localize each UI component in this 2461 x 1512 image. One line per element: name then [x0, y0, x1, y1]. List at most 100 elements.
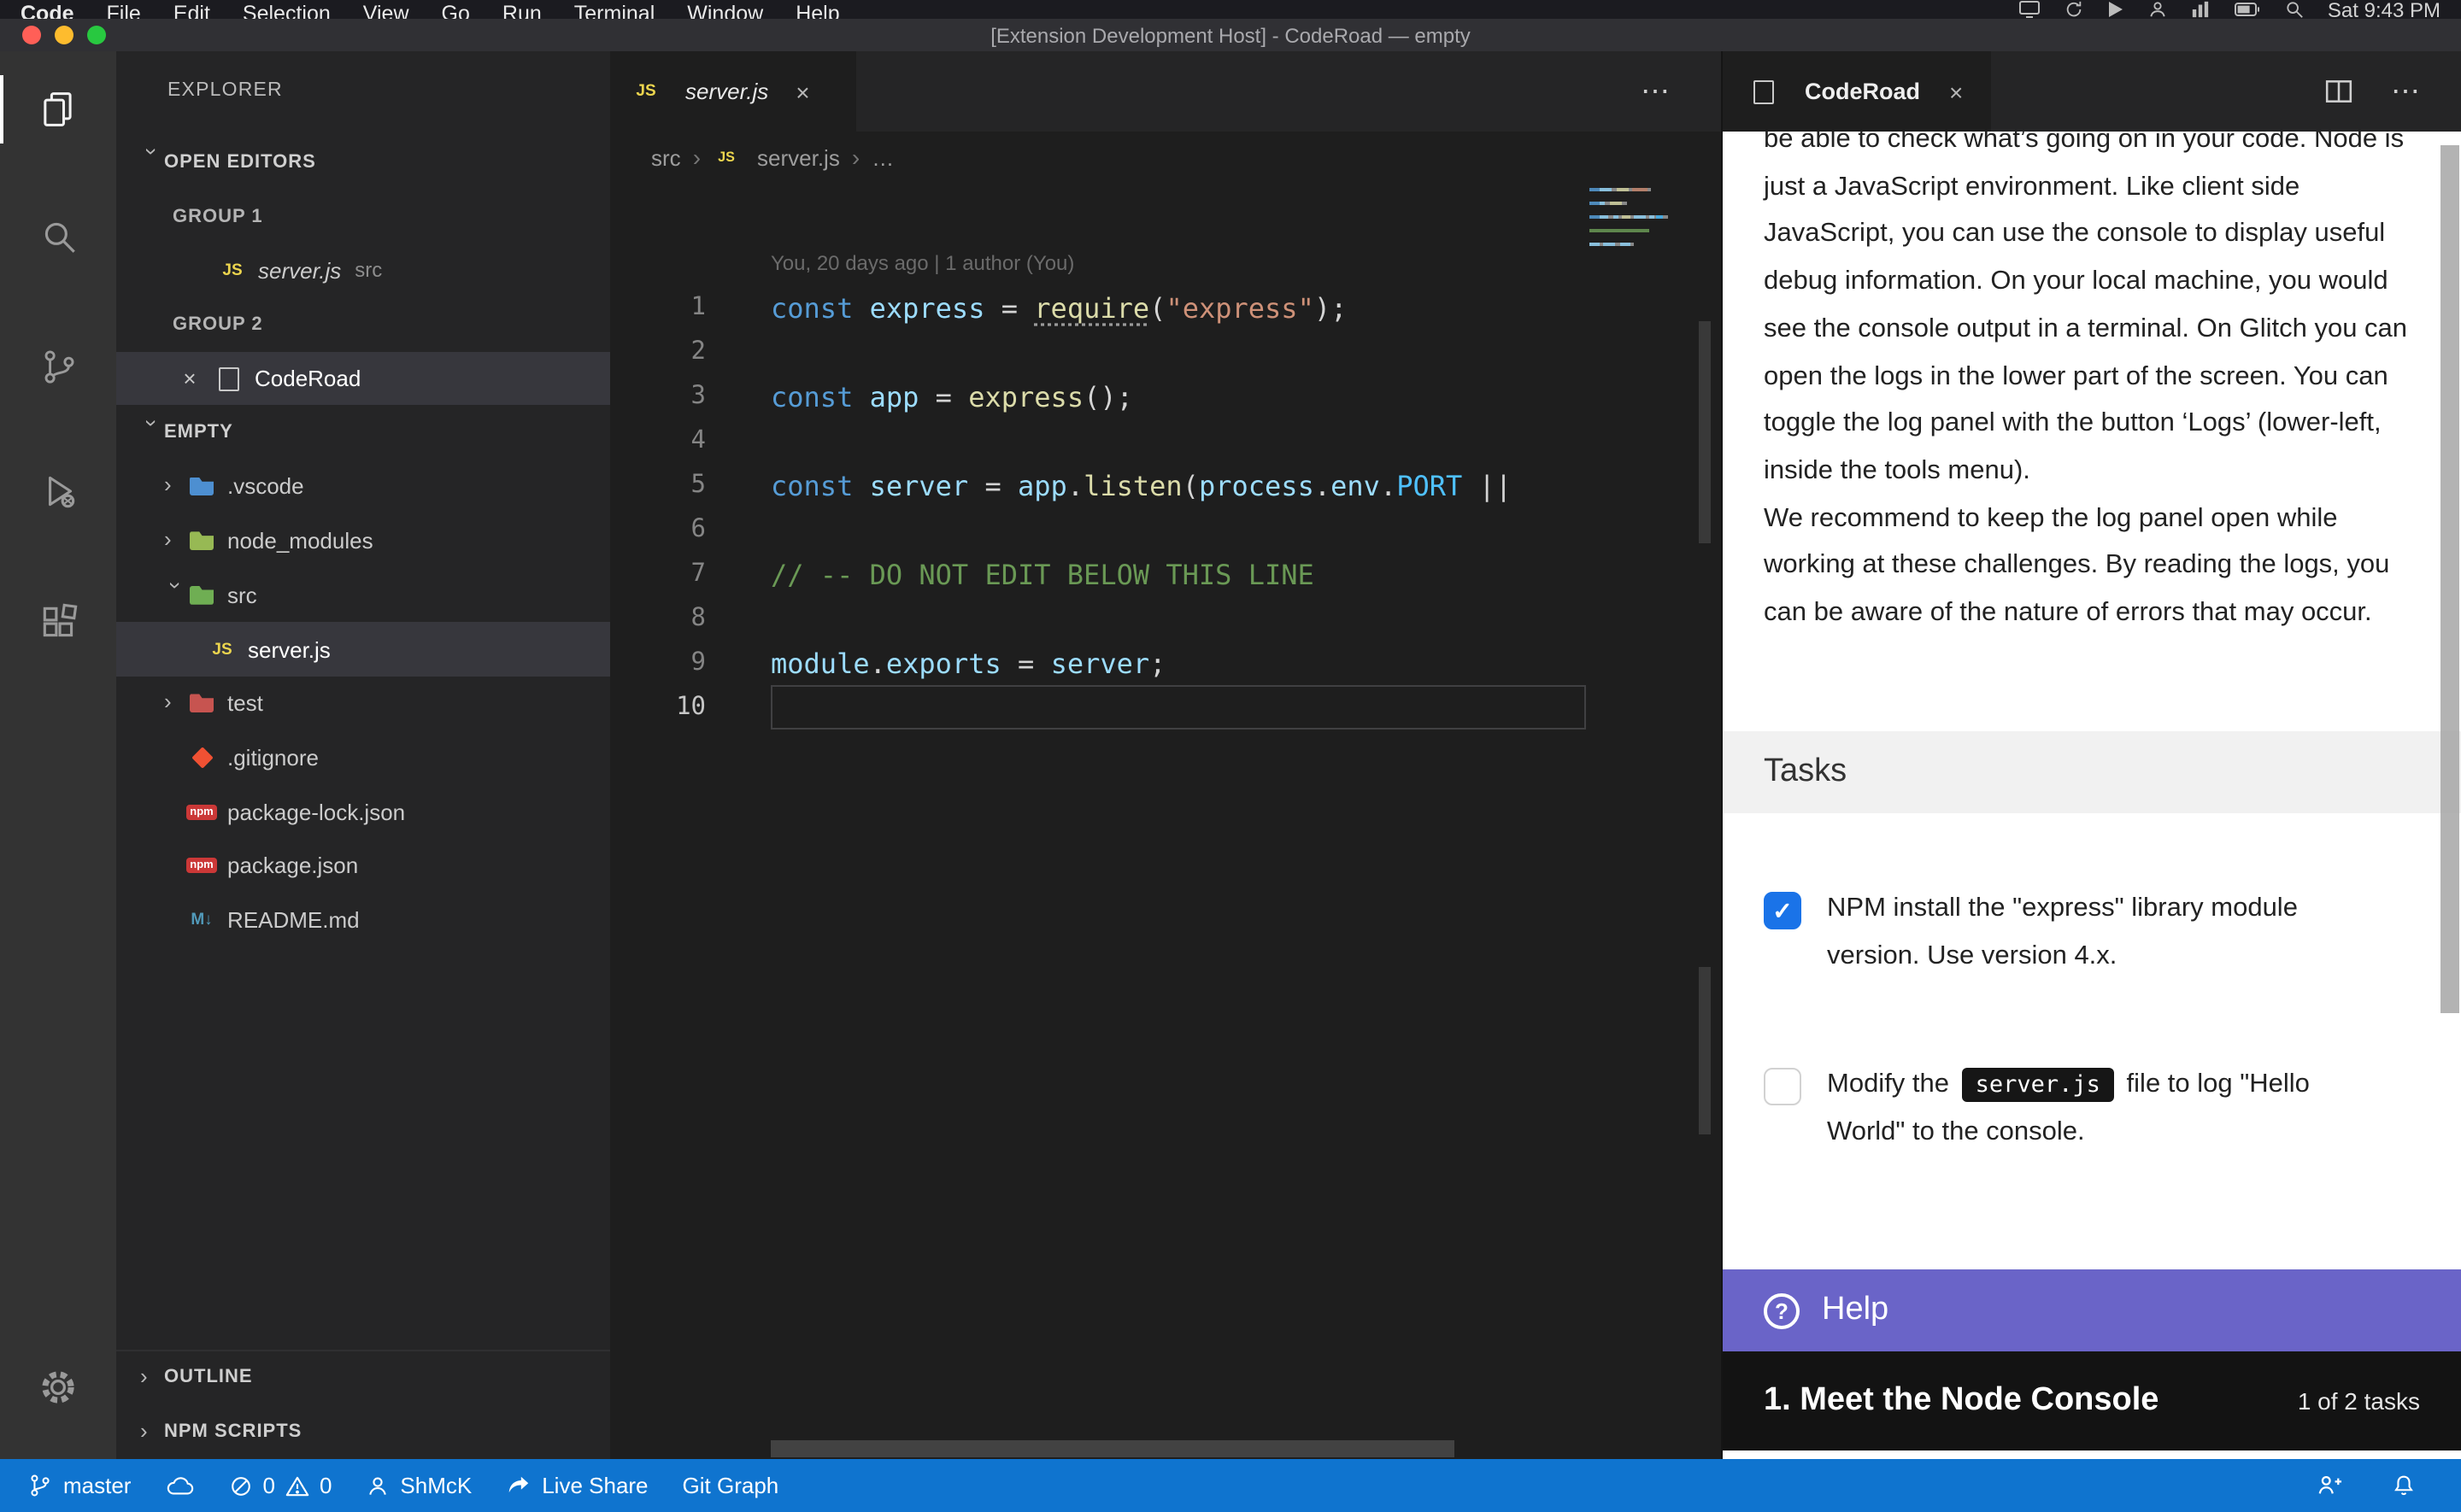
editor-more-actions-icon[interactable]: ⋯: [1641, 51, 1670, 132]
tree-item-node-modules[interactable]: ›node_modules: [116, 514, 610, 568]
code-text: const server = app.listen(process.env.PO…: [706, 469, 1512, 501]
tree-item-test[interactable]: › test: [116, 677, 610, 730]
code-text: const express = require("express");: [706, 291, 1347, 324]
zoom-window-button[interactable]: [87, 26, 106, 44]
file-path-detail: src: [355, 258, 382, 282]
tab-coderoad[interactable]: CodeRoad ×: [1723, 51, 1990, 132]
chevron-right-icon: ›: [140, 1363, 164, 1389]
menu-code[interactable]: Code: [21, 0, 74, 19]
task-progress: 1 of 2 tasks: [2298, 1387, 2420, 1415]
webview-scrollbar[interactable]: [2440, 145, 2459, 1013]
run-debug-icon[interactable]: [0, 449, 116, 531]
code-line-6[interactable]: 6: [610, 507, 1721, 552]
checkbox-unchecked-icon[interactable]: [1764, 1068, 1801, 1105]
help-label: Help: [1822, 1292, 1888, 1329]
stats-icon: [2191, 0, 2210, 19]
file-name: .vscode: [227, 474, 304, 500]
code-line-9[interactable]: 9module.exports = server;: [610, 641, 1721, 685]
breadcrumb-src[interactable]: src: [651, 144, 681, 170]
statusbar-sync[interactable]: [148, 1474, 211, 1497]
menu-run[interactable]: Run: [502, 0, 542, 19]
breadcrumb[interactable]: src › server.js › …: [610, 132, 1721, 183]
split-editor-icon[interactable]: [2324, 77, 2353, 106]
tree-item-package-lock-json[interactable]: package-lock.json: [116, 785, 610, 839]
file-name: src: [227, 583, 257, 608]
statusbar-problems[interactable]: 0 0: [211, 1473, 349, 1498]
code-line-5[interactable]: 5const server = app.listen(process.env.P…: [610, 463, 1721, 507]
open-editor-coderoad[interactable]: × CodeRoad: [116, 352, 610, 406]
window-title: [Extension Development Host] - CodeRoad …: [0, 23, 2461, 47]
menu-window[interactable]: Window: [687, 0, 763, 19]
tab-server-js[interactable]: server.js ×: [610, 51, 856, 132]
menu-edit[interactable]: Edit: [173, 0, 210, 19]
checkbox-checked-icon[interactable]: [1764, 892, 1801, 929]
code-line-8[interactable]: 8: [610, 596, 1721, 641]
statusbar-feedback[interactable]: [2316, 1473, 2360, 1498]
tree-item--gitignore[interactable]: .gitignore: [116, 730, 610, 784]
minimap[interactable]: [1589, 188, 1668, 256]
extensions-icon[interactable]: [0, 581, 116, 663]
tree-item-server-js[interactable]: server.js: [116, 622, 610, 676]
breadcrumb-file[interactable]: server.js: [757, 144, 840, 170]
explorer-sidebar: EXPLORER › OPEN EDITORS GROUP 1 server.j…: [116, 51, 610, 1459]
close-tab-icon[interactable]: ×: [796, 78, 809, 105]
warning-icon: [285, 1474, 309, 1497]
help-button[interactable]: ? Help: [1723, 1269, 2461, 1351]
file-name: node_modules: [227, 528, 373, 554]
breadcrumb-separator: ›: [693, 144, 701, 171]
close-tab-icon[interactable]: ×: [1949, 78, 1963, 105]
tree-item-readme-md[interactable]: README.md: [116, 893, 610, 946]
close-editor-icon[interactable]: ×: [178, 366, 202, 391]
menu-selection[interactable]: Selection: [243, 0, 331, 19]
statusbar-notifications[interactable]: [2374, 1473, 2434, 1498]
codelens-annotation[interactable]: You, 20 days ago | 1 author (You): [771, 251, 1074, 275]
task-item-2: Modify the server.js file to log "Hello …: [1764, 1061, 2427, 1157]
menu-view[interactable]: View: [363, 0, 409, 19]
code-line-2[interactable]: 2: [610, 330, 1721, 374]
search-icon[interactable]: [0, 195, 116, 277]
line-number: 4: [610, 427, 706, 454]
current-line-highlight: [771, 685, 1586, 730]
menu-go[interactable]: Go: [442, 0, 470, 19]
minimize-window-button[interactable]: [55, 26, 73, 44]
statusbar-git-graph[interactable]: Git Graph: [666, 1473, 796, 1498]
code-text: const app = express();: [706, 380, 1133, 413]
open-editor-server-js[interactable]: server.js src: [116, 243, 610, 297]
statusbar-live-share[interactable]: Live Share: [489, 1473, 665, 1498]
close-window-button[interactable]: [22, 26, 41, 44]
file-name: server.js: [248, 636, 331, 662]
source-control-icon[interactable]: [0, 325, 116, 407]
code-line-1[interactable]: 1const express = require("express");: [610, 285, 1721, 330]
menubar-status: Sat 9:43 PM: [2018, 0, 2440, 19]
lesson-footer[interactable]: 1. Meet the Node Console 1 of 2 tasks: [1723, 1351, 2461, 1450]
tree-item-src[interactable]: ›src: [116, 568, 610, 622]
horizontal-scrollbar[interactable]: [771, 1440, 1454, 1457]
code-line-7[interactable]: 7// -- DO NOT EDIT BELOW THIS LINE: [610, 552, 1721, 596]
code-line-3[interactable]: 3const app = express();: [610, 374, 1721, 419]
statusbar-account[interactable]: ShMcK: [349, 1473, 489, 1498]
tree-item--vscode[interactable]: ›.vscode: [116, 460, 610, 513]
live-share-icon: [506, 1473, 532, 1498]
macos-menubar: Code File Edit Selection View Go Run Terminal Wi…: [0, 0, 2461, 19]
npm-scripts-section-header[interactable]: › NPM SCRIPTS: [116, 1405, 610, 1459]
settings-gear-icon[interactable]: [0, 1346, 116, 1428]
explorer-icon[interactable]: [0, 68, 116, 150]
workspace-folder-header[interactable]: › EMPTY: [116, 406, 610, 460]
breadcrumb-more[interactable]: …: [872, 144, 894, 170]
menu-terminal[interactable]: Terminal: [574, 0, 655, 19]
file-name: test: [227, 690, 263, 716]
statusbar-branch[interactable]: master: [27, 1473, 148, 1498]
menubar-items: Code File Edit Selection View Go Run Terminal Wi…: [21, 0, 840, 19]
inline-code-chip: server.js: [1962, 1068, 2114, 1102]
menu-file[interactable]: File: [107, 0, 141, 19]
file-name: .gitignore: [227, 745, 319, 771]
editor-group-2-label: GROUP 2: [116, 297, 610, 351]
open-editors-header[interactable]: › OPEN EDITORS: [116, 135, 610, 189]
chevron-right-icon: ›: [164, 689, 188, 714]
outline-section-header[interactable]: › OUTLINE: [116, 1351, 610, 1404]
menu-help[interactable]: Help: [796, 0, 839, 19]
code-line-4[interactable]: 4: [610, 419, 1721, 463]
panel-more-actions-icon[interactable]: ⋯: [2391, 74, 2420, 108]
tree-item-package-json[interactable]: package.json: [116, 839, 610, 893]
search-icon: [2285, 0, 2304, 19]
